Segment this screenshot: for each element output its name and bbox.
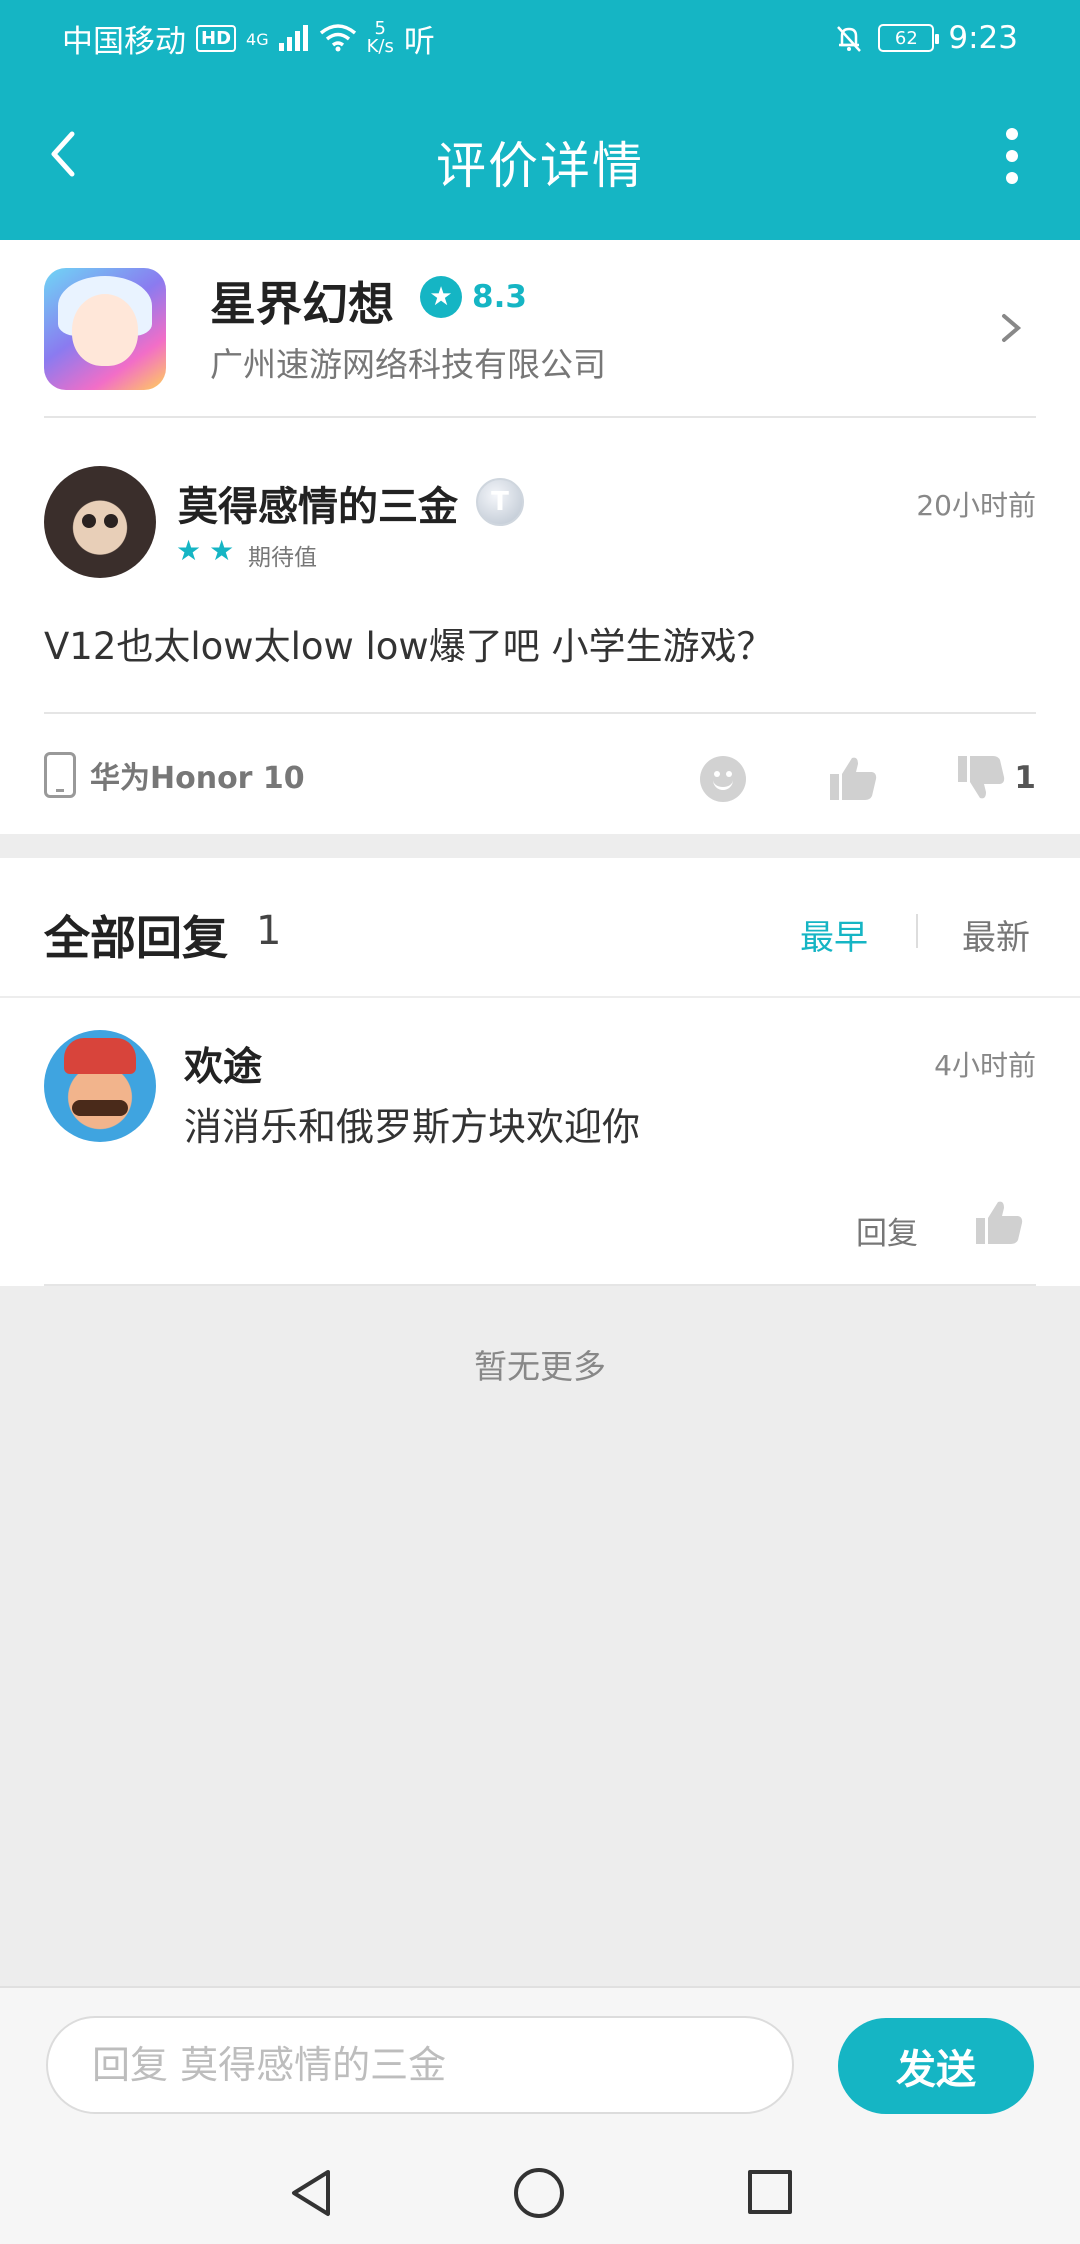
carrier-name: 中国移动: [62, 23, 186, 60]
emoji-icon[interactable]: [700, 756, 746, 802]
chevron-right-icon: [1002, 314, 1022, 342]
thumbs-down-icon[interactable]: [956, 754, 1006, 802]
game-name: 星界幻想: [210, 277, 394, 331]
sort-newest-tab[interactable]: 最新: [962, 910, 1030, 959]
rating-star-icon: ★: [420, 276, 462, 318]
reply-input[interactable]: [46, 2016, 794, 2114]
review-username[interactable]: 莫得感情的三金: [178, 474, 458, 532]
device-info: 华为Honor 10: [44, 752, 305, 798]
review-time: 20小时前: [916, 489, 1036, 522]
more-menu-icon[interactable]: [1000, 128, 1024, 184]
mute-bell-icon: [837, 26, 862, 52]
battery-icon: 62: [878, 24, 940, 52]
rating-stars: ★★: [176, 534, 243, 567]
reply-input-bar: 发送: [0, 1986, 1080, 2138]
nav-recent-apps-icon[interactable]: [748, 2170, 792, 2214]
net-speed-unit: K/s: [366, 36, 394, 57]
thumbs-up-icon[interactable]: [974, 1198, 1024, 1246]
replies-header: 全部回复 1 最早 最新: [0, 858, 1080, 996]
replies-count: 1: [256, 908, 282, 954]
no-more-text: 暂无更多: [474, 1347, 606, 1386]
clock: 9:23: [948, 20, 1018, 56]
avatar[interactable]: [44, 1030, 156, 1142]
battery-level: 62: [894, 27, 918, 49]
system-nav-bar: [0, 2138, 1080, 2244]
wifi-icon: [319, 24, 356, 52]
game-info-row[interactable]: 星界幻想 ★ 8.3 广州速游网络科技有限公司: [44, 268, 1036, 418]
review-actions: 华为Honor 10 1: [44, 752, 1036, 812]
net-speed: 5 K/s: [367, 20, 394, 56]
nav-back-icon[interactable]: [288, 2168, 336, 2218]
level-badge: T: [476, 478, 524, 526]
game-icon: [44, 268, 166, 390]
reply-button[interactable]: 回复: [856, 1208, 918, 1253]
replies-title: 全部回复: [44, 911, 228, 965]
review-card: 星界幻想 ★ 8.3 广州速游网络科技有限公司 莫得感情的三金 T ★★ 期待值…: [0, 240, 1080, 834]
dislike-count: 1: [1014, 760, 1036, 796]
listen-indicator: 听: [403, 23, 435, 60]
device-name: 华为Honor 10: [90, 761, 305, 796]
game-rating: ★ 8.3: [420, 276, 527, 318]
status-right: 62 9:23: [834, 20, 1018, 56]
network-type: 4G: [246, 29, 269, 49]
status-bar: 中国移动 HD 4G 5 K/s 听 62 9:23: [0, 0, 1080, 76]
nav-home-icon[interactable]: [514, 2168, 564, 2218]
thumbs-up-icon[interactable]: [828, 754, 878, 802]
sort-divider: [916, 914, 918, 948]
signal-icon: [278, 25, 308, 51]
send-button[interactable]: 发送: [838, 2018, 1034, 2114]
divider: [44, 416, 1036, 418]
hd-badge: HD: [196, 24, 237, 52]
rating-value: 8.3: [472, 279, 527, 315]
reply-username[interactable]: 欢途: [184, 1036, 262, 1092]
review-text: V12也太low太low low爆了吧 小学生游戏？: [44, 625, 774, 668]
divider: [44, 712, 1036, 714]
sort-earliest-tab[interactable]: 最早: [800, 910, 868, 959]
avatar[interactable]: [44, 466, 156, 578]
expectation-label: 期待值: [248, 545, 317, 571]
reply-text: 消消乐和俄罗斯方块欢迎你: [184, 1105, 641, 1149]
page-title: 评价详情: [436, 137, 644, 195]
app-bar: 评价详情: [0, 76, 1080, 240]
reply-time: 4小时前: [934, 1049, 1036, 1082]
status-left: 中国移动 HD 4G 5 K/s 听: [62, 16, 435, 61]
game-company: 广州速游网络科技有限公司: [210, 345, 606, 384]
list-item: 欢途 4小时前 消消乐和俄罗斯方块欢迎你 回复: [0, 998, 1080, 1286]
phone-icon: [44, 752, 76, 798]
divider: [44, 1284, 1036, 1286]
